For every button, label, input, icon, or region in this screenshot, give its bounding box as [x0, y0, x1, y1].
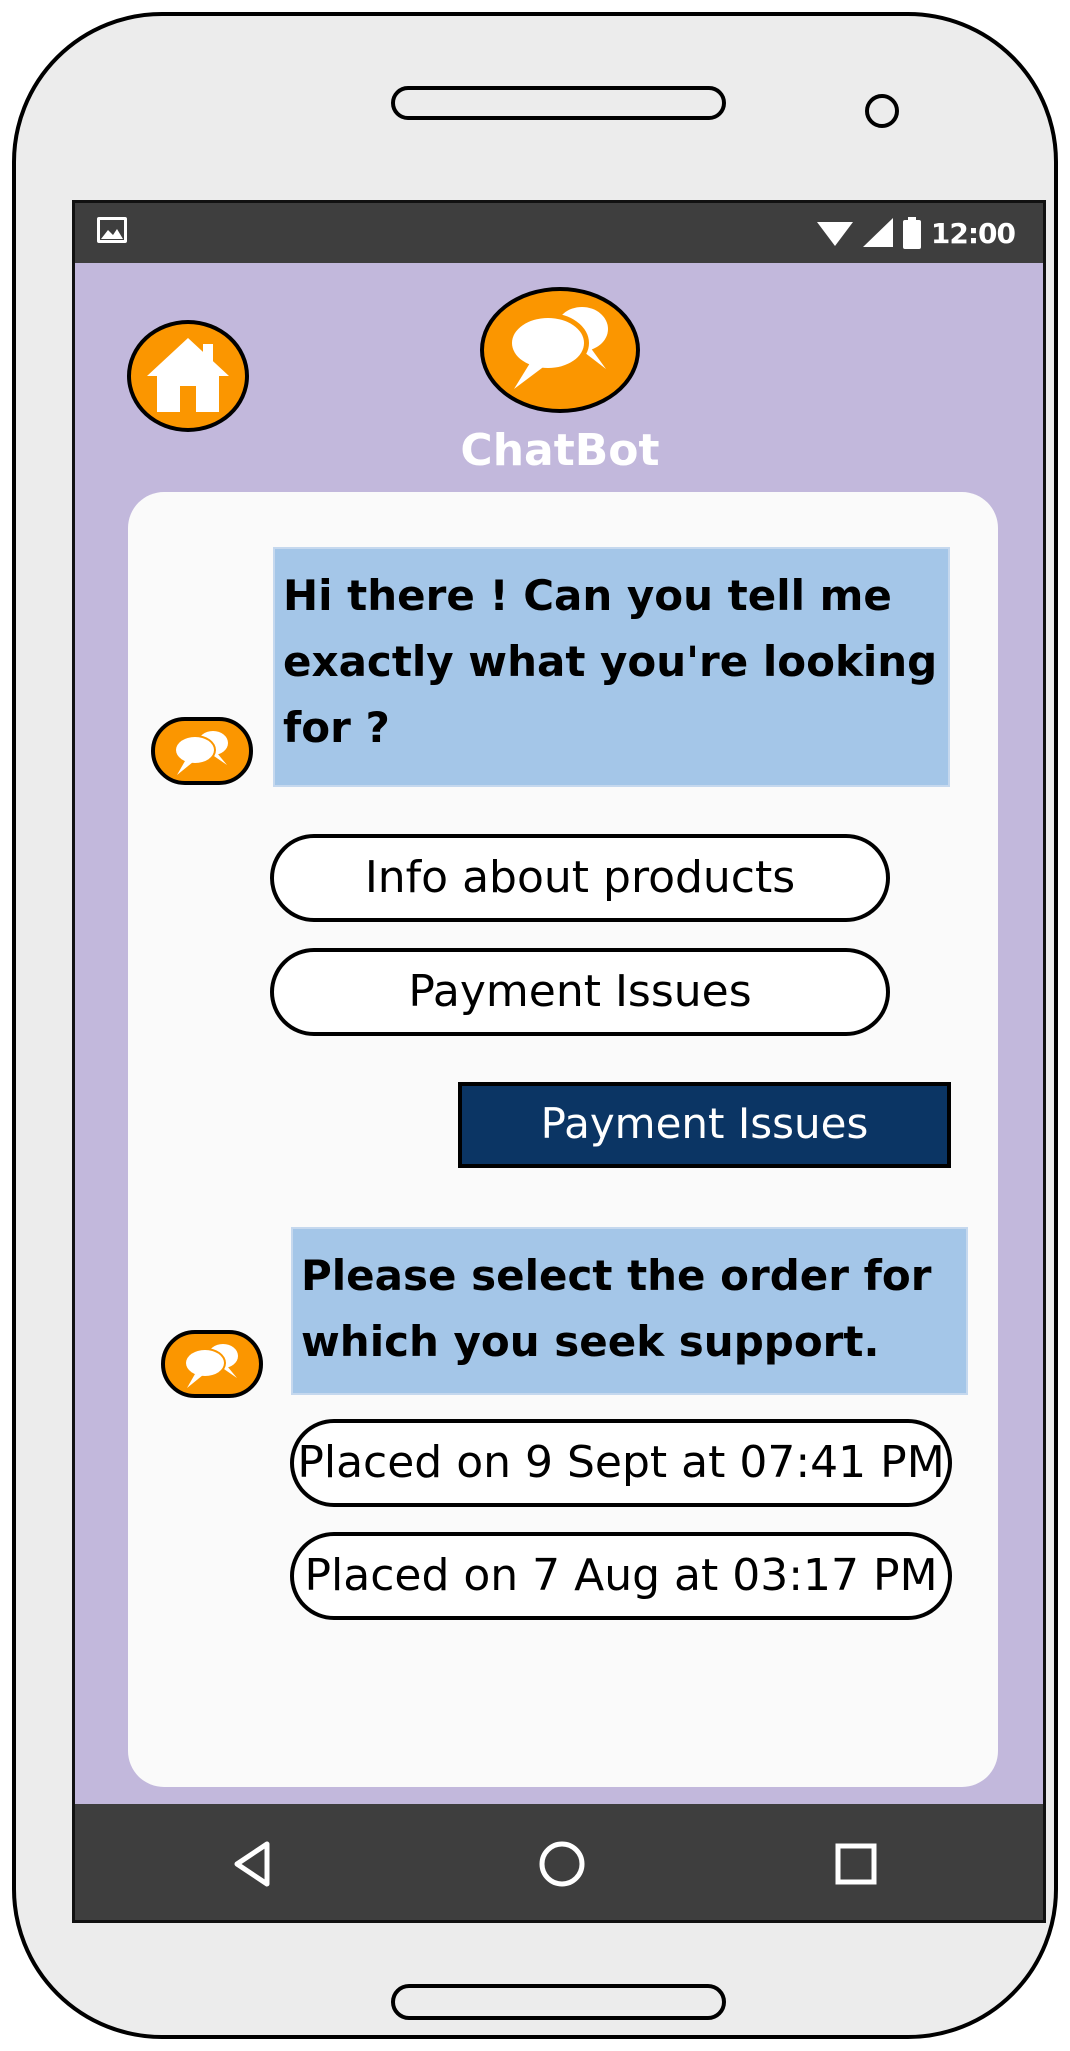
- battery-icon: [902, 217, 921, 249]
- recents-icon[interactable]: [826, 1834, 886, 1894]
- user-message: Payment Issues: [458, 1082, 951, 1168]
- home-icon: [147, 338, 229, 412]
- signal-icon: [862, 218, 893, 247]
- bot-message-line: Hi there ! Can you tell me: [283, 571, 892, 620]
- navigation-bar: [75, 1804, 1043, 1920]
- phone-home-button: [391, 1984, 726, 2020]
- bot-message-line: for ?: [283, 703, 390, 752]
- option-button[interactable]: Payment Issues: [270, 948, 890, 1036]
- wifi-icon: [816, 222, 853, 246]
- bot-avatar: [161, 1330, 263, 1398]
- bot-message: Please select the order for which you se…: [291, 1227, 968, 1395]
- chat-panel: Hi there ! Can you tell me exactly what …: [128, 492, 998, 1787]
- chat-bubbles-icon: [174, 731, 228, 775]
- bot-message-line: Please select the order for: [301, 1251, 932, 1300]
- order-option-button[interactable]: Placed on 9 Sept at 07:41 PM: [290, 1419, 952, 1507]
- app-title: ChatBot: [460, 425, 660, 476]
- home-button[interactable]: [127, 320, 249, 432]
- chat-bubbles-icon: [184, 1344, 238, 1388]
- status-time: 12:00: [930, 216, 1016, 250]
- chatbot-logo: [480, 287, 640, 413]
- option-button[interactable]: Info about products: [270, 834, 890, 922]
- bot-message: Hi there ! Can you tell me exactly what …: [273, 547, 950, 787]
- phone-screen: 12:00 ChatBot Hi there ! Can you tell me…: [72, 200, 1046, 1923]
- bot-message-line: which you seek support.: [301, 1317, 880, 1366]
- phone-camera: [865, 94, 899, 128]
- image-icon: [97, 217, 127, 243]
- bot-avatar: [151, 717, 253, 785]
- status-bar: 12:00: [75, 203, 1043, 263]
- phone-speaker: [391, 86, 726, 120]
- home-nav-icon[interactable]: [532, 1834, 592, 1894]
- order-option-button[interactable]: Placed on 7 Aug at 03:17 PM: [290, 1532, 952, 1620]
- back-icon[interactable]: [225, 1834, 285, 1894]
- phone-frame: 12:00 ChatBot Hi there ! Can you tell me…: [12, 12, 1058, 2039]
- bot-message-line: exactly what you're looking: [283, 637, 938, 686]
- chat-bubbles-icon: [507, 307, 608, 389]
